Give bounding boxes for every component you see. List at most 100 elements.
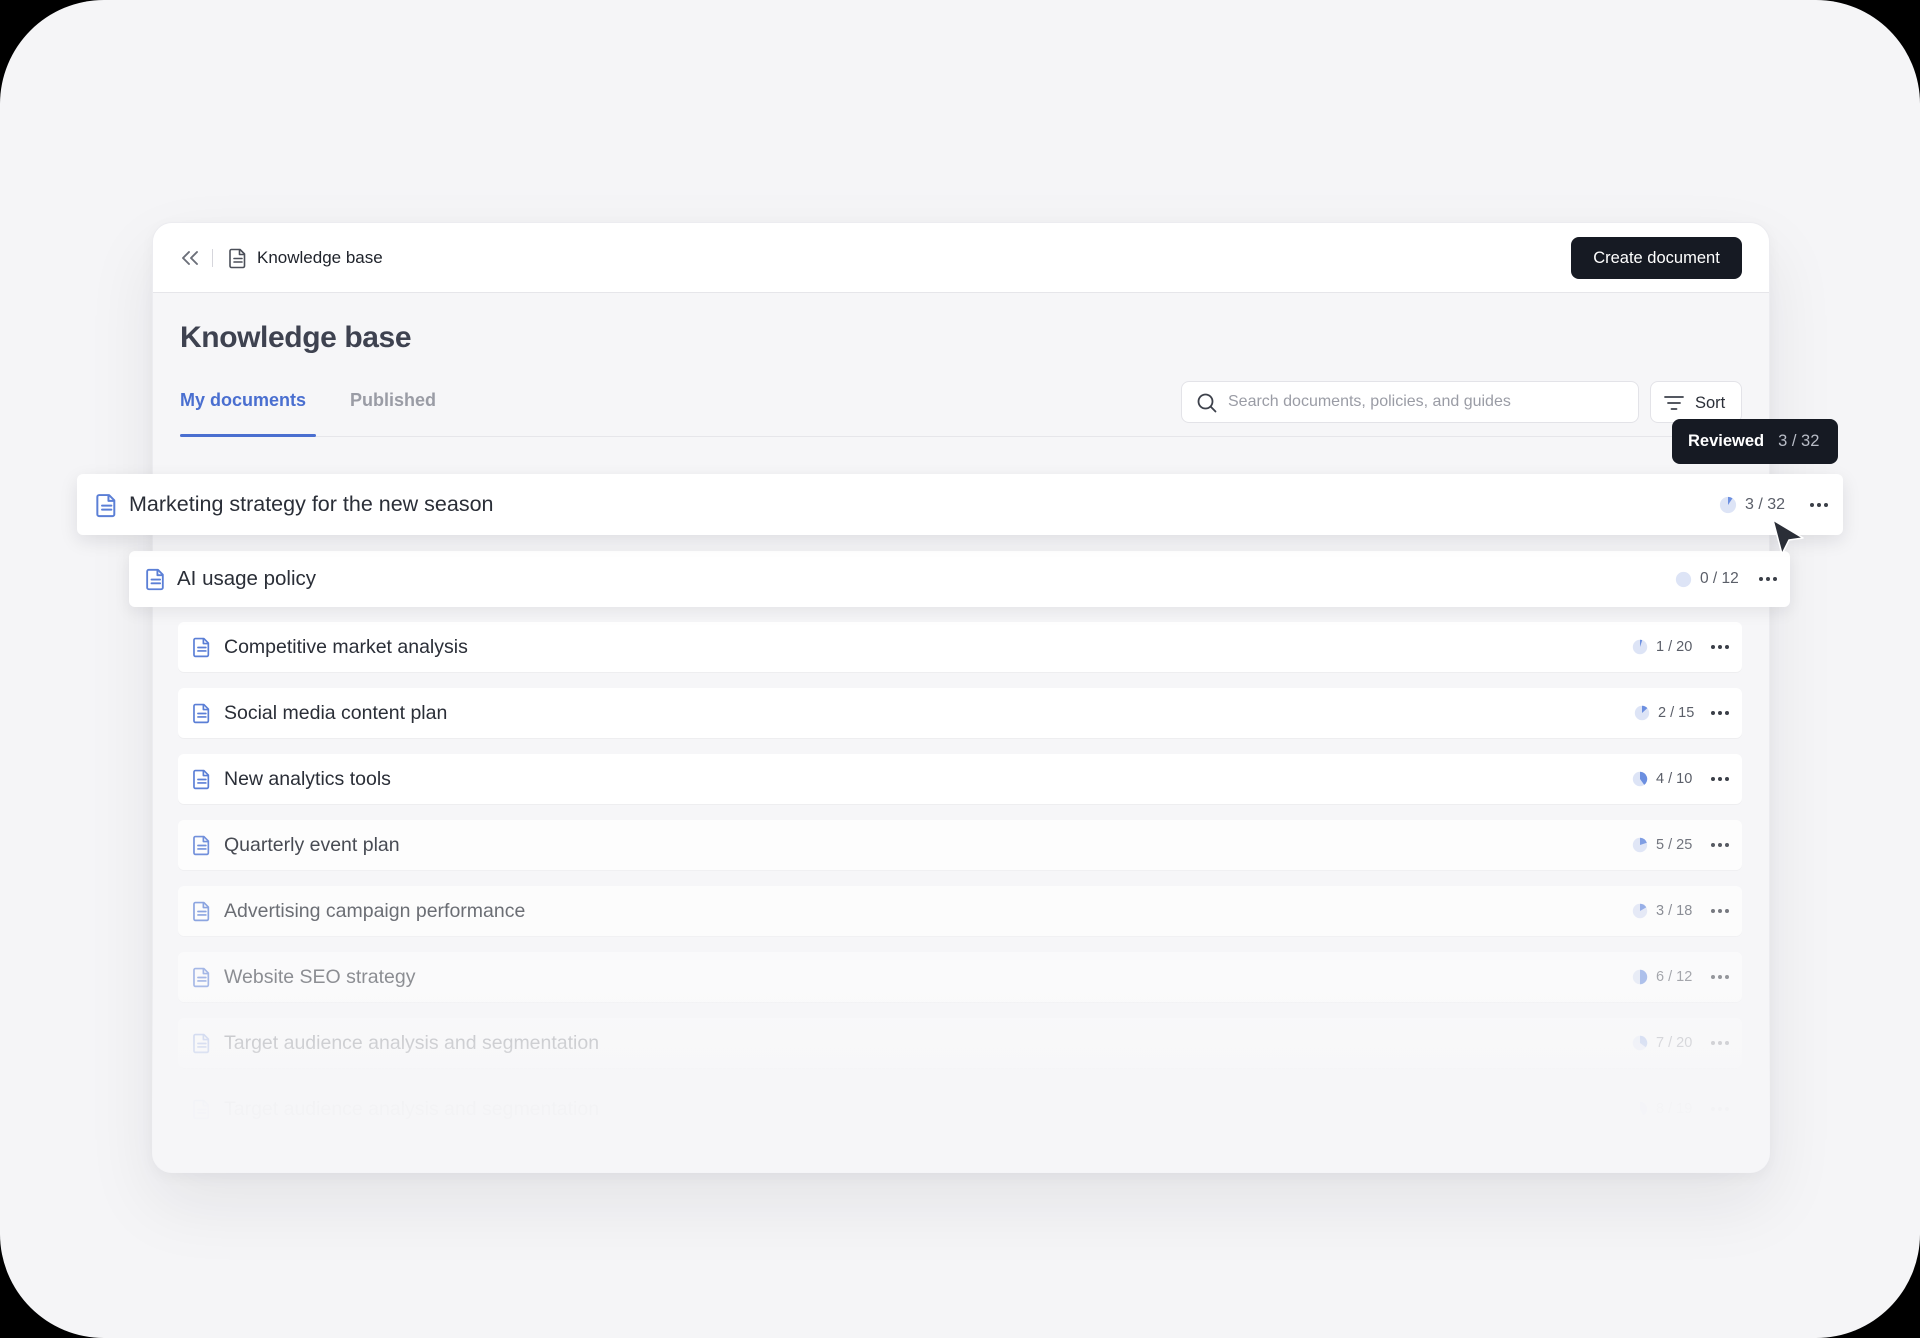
review-progress-count: 7 / 20: [1656, 1035, 1693, 1051]
document-title[interactable]: Quarterly event plan: [224, 834, 400, 857]
tooltip-title: Reviewed: [1688, 432, 1765, 450]
document-row[interactable]: Quarterly event plan 5 / 25: [178, 820, 1742, 870]
document-icon: [193, 1099, 210, 1120]
more-horizontal-icon[interactable]: [1711, 843, 1729, 847]
review-progress[interactable]: 1 / 20: [1632, 639, 1692, 655]
document-icon: [193, 637, 210, 658]
document-title[interactable]: AI usage policy: [177, 567, 316, 591]
review-progress[interactable]: 6 / 12: [1632, 969, 1692, 985]
row-document-icon: [95, 492, 118, 523]
document-icon: [229, 248, 246, 269]
row-document-icon: [192, 900, 212, 927]
more-horizontal-icon[interactable]: [1711, 1041, 1729, 1045]
document-title[interactable]: Target audience analysis and segmentatio…: [224, 1032, 599, 1055]
document-row[interactable]: Advertising campaign performance 3 / 18: [178, 886, 1742, 936]
review-progress-count: 8 / 19: [1656, 1101, 1693, 1117]
document-icon: [193, 967, 210, 988]
more-horizontal-icon[interactable]: [1711, 975, 1729, 979]
create-document-button[interactable]: Create document: [1571, 237, 1742, 279]
document-row[interactable]: Marketing strategy for the new season 3 /…: [77, 474, 1843, 535]
row-document-icon: [145, 567, 167, 596]
review-progress-count: 4 / 10: [1656, 771, 1693, 787]
row-document-icon: [192, 702, 212, 729]
document-title[interactable]: New analytics tools: [224, 768, 391, 791]
more-horizontal-icon[interactable]: [1711, 1107, 1729, 1111]
more-horizontal-icon[interactable]: [1711, 777, 1729, 781]
progress-pie-icon: [1632, 639, 1648, 655]
document-title[interactable]: Social media content plan: [224, 702, 447, 725]
progress-pie-icon: [1675, 571, 1692, 587]
row-document-icon: [192, 1098, 212, 1125]
chevrons-left-icon[interactable]: [177, 245, 203, 271]
progress-pie-icon: [1632, 837, 1648, 853]
review-progress[interactable]: 4 / 10: [1632, 771, 1692, 787]
more-horizontal-icon[interactable]: [1711, 909, 1729, 913]
progress-pie-icon: [1632, 1035, 1648, 1051]
document-title[interactable]: Advertising campaign performance: [224, 900, 525, 923]
review-progress-count: 6 / 12: [1656, 969, 1693, 985]
sort-button[interactable]: Sort: [1650, 381, 1742, 423]
review-progress[interactable]: 7 / 20: [1632, 1035, 1692, 1051]
row-document-icon: [192, 834, 212, 861]
more-horizontal-icon[interactable]: [1711, 645, 1729, 649]
review-progress-count: 0 / 12: [1700, 570, 1739, 587]
row-document-icon: [192, 768, 212, 795]
tabs-divider: [180, 436, 1744, 437]
review-progress[interactable]: 8 / 19: [1632, 1101, 1692, 1117]
more-horizontal-icon[interactable]: [1759, 577, 1777, 581]
tooltip-value: 3 / 32: [1778, 432, 1820, 450]
row-document-icon: [192, 966, 212, 993]
review-progress[interactable]: 5 / 25: [1632, 837, 1692, 853]
app-canvas: Knowledge base Create document Knowledge…: [0, 0, 1920, 1338]
document-row[interactable]: Competitive market analysis 1 / 20: [178, 622, 1742, 672]
progress-pie-icon: [1719, 496, 1737, 513]
document-icon: [193, 901, 210, 922]
more-horizontal-icon[interactable]: [1810, 502, 1828, 507]
progress-pie-icon: [1634, 705, 1650, 721]
progress-pie-icon: [1632, 771, 1648, 787]
row-document-icon: [192, 636, 212, 663]
search-field[interactable]: [1181, 381, 1639, 423]
document-title[interactable]: Website SEO strategy: [224, 966, 415, 989]
document-row[interactable]: Website SEO strategy 6 / 12: [178, 952, 1742, 1002]
progress-pie-icon: [1632, 1101, 1648, 1117]
tab-my-documents[interactable]: My documents: [180, 390, 306, 411]
mouse-pointer-icon: [1772, 519, 1804, 555]
review-progress-count: 2 / 15: [1658, 705, 1695, 721]
review-progress-count: 5 / 25: [1656, 837, 1693, 853]
document-title[interactable]: Target audience analysis and segmentatio…: [224, 1098, 599, 1121]
document-icon: [193, 769, 210, 790]
review-progress[interactable]: 0 / 12: [1675, 570, 1739, 588]
more-horizontal-icon[interactable]: [1711, 711, 1729, 715]
search-input[interactable]: [1228, 382, 1628, 422]
document-icon: [193, 703, 210, 724]
document-row[interactable]: Social media content plan 2 / 15: [178, 688, 1742, 738]
tab-published[interactable]: Published: [350, 390, 436, 411]
review-progress[interactable]: 3 / 32: [1719, 496, 1785, 514]
progress-pie-icon: [1632, 969, 1648, 985]
topbar-divider: [212, 249, 213, 267]
top-bar: Knowledge base Create document: [153, 223, 1769, 293]
document-row[interactable]: Target audience analysis and segmentatio…: [178, 1018, 1742, 1068]
review-progress-count: 3 / 18: [1656, 903, 1693, 919]
search-icon: [1197, 393, 1217, 413]
document-icon: [96, 493, 116, 517]
document-row[interactable]: AI usage policy 0 / 12: [129, 551, 1790, 607]
document-icon: [193, 835, 210, 856]
reviewed-tooltip: Reviewed 3 / 32: [1672, 419, 1838, 464]
review-progress[interactable]: 2 / 15: [1634, 705, 1694, 721]
document-title[interactable]: Competitive market analysis: [224, 636, 468, 659]
review-progress[interactable]: 3 / 18: [1632, 903, 1692, 919]
breadcrumb[interactable]: Knowledge base: [257, 248, 383, 268]
document-row[interactable]: New analytics tools 4 / 10: [178, 754, 1742, 804]
filter-lines-icon: [1664, 396, 1684, 410]
row-document-icon: [192, 1032, 212, 1059]
document-row[interactable]: Target audience analysis and segmentatio…: [178, 1084, 1742, 1134]
progress-pie-icon: [1632, 903, 1648, 919]
review-progress-count: 3 / 32: [1745, 495, 1786, 513]
document-title[interactable]: Marketing strategy for the new season: [129, 492, 494, 517]
active-tab-indicator: [180, 434, 316, 437]
page-title: Knowledge base: [180, 321, 412, 354]
sort-label: Sort: [1695, 394, 1726, 412]
document-icon: [193, 1033, 210, 1054]
